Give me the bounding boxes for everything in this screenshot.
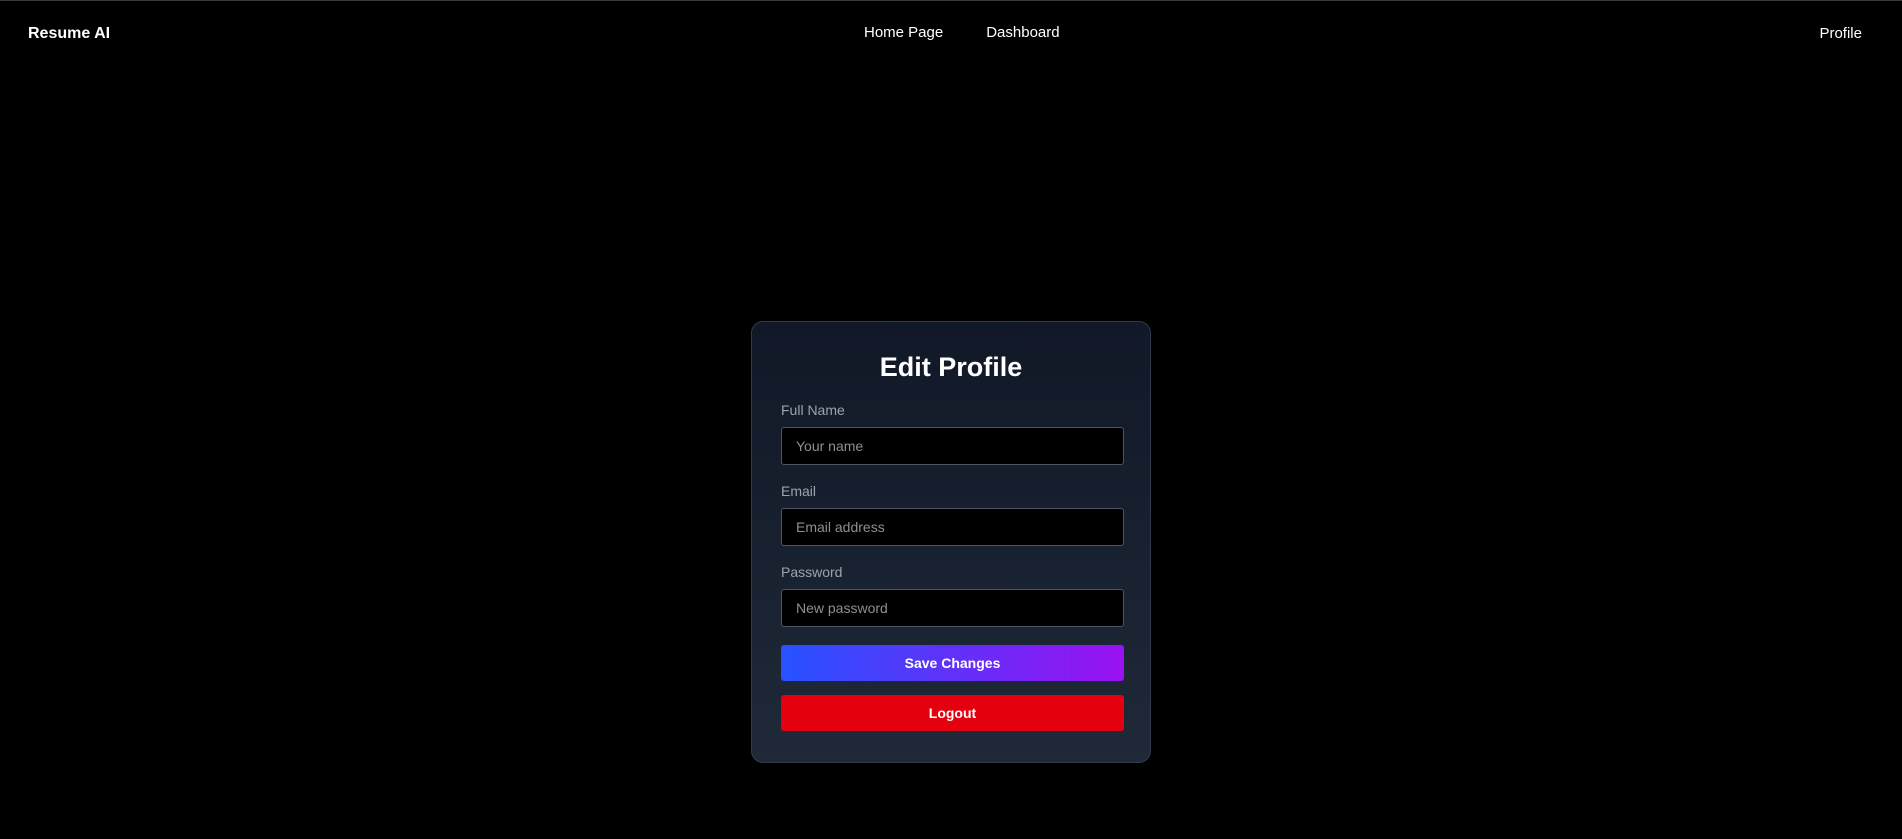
nav-link-dashboard[interactable]: Dashboard bbox=[986, 24, 1059, 41]
nav-links: Home Page Dashboard bbox=[864, 24, 1060, 41]
page-title: Edit Profile bbox=[879, 352, 1023, 382]
edit-profile-card: Edit Profile Full Name Email Password Sa… bbox=[751, 321, 1151, 763]
password-label: Password bbox=[781, 564, 843, 580]
email-group: Email bbox=[781, 483, 1124, 546]
password-input[interactable] bbox=[781, 589, 1124, 627]
nav-link-home[interactable]: Home Page bbox=[864, 24, 943, 41]
save-changes-button[interactable]: Save Changes bbox=[781, 645, 1124, 681]
full-name-label: Full Name bbox=[781, 402, 845, 418]
email-input[interactable] bbox=[781, 508, 1124, 546]
logout-button[interactable]: Logout bbox=[781, 695, 1124, 731]
brand-logo[interactable]: Resume AI bbox=[28, 25, 110, 43]
email-label: Email bbox=[781, 483, 817, 499]
full-name-group: Full Name bbox=[781, 402, 1124, 465]
password-group: Password bbox=[781, 564, 1124, 627]
navbar: Resume AI Home Page Dashboard Profile bbox=[0, 1, 1902, 64]
nav-link-profile[interactable]: Profile bbox=[1819, 25, 1862, 42]
full-name-input[interactable] bbox=[781, 427, 1124, 465]
